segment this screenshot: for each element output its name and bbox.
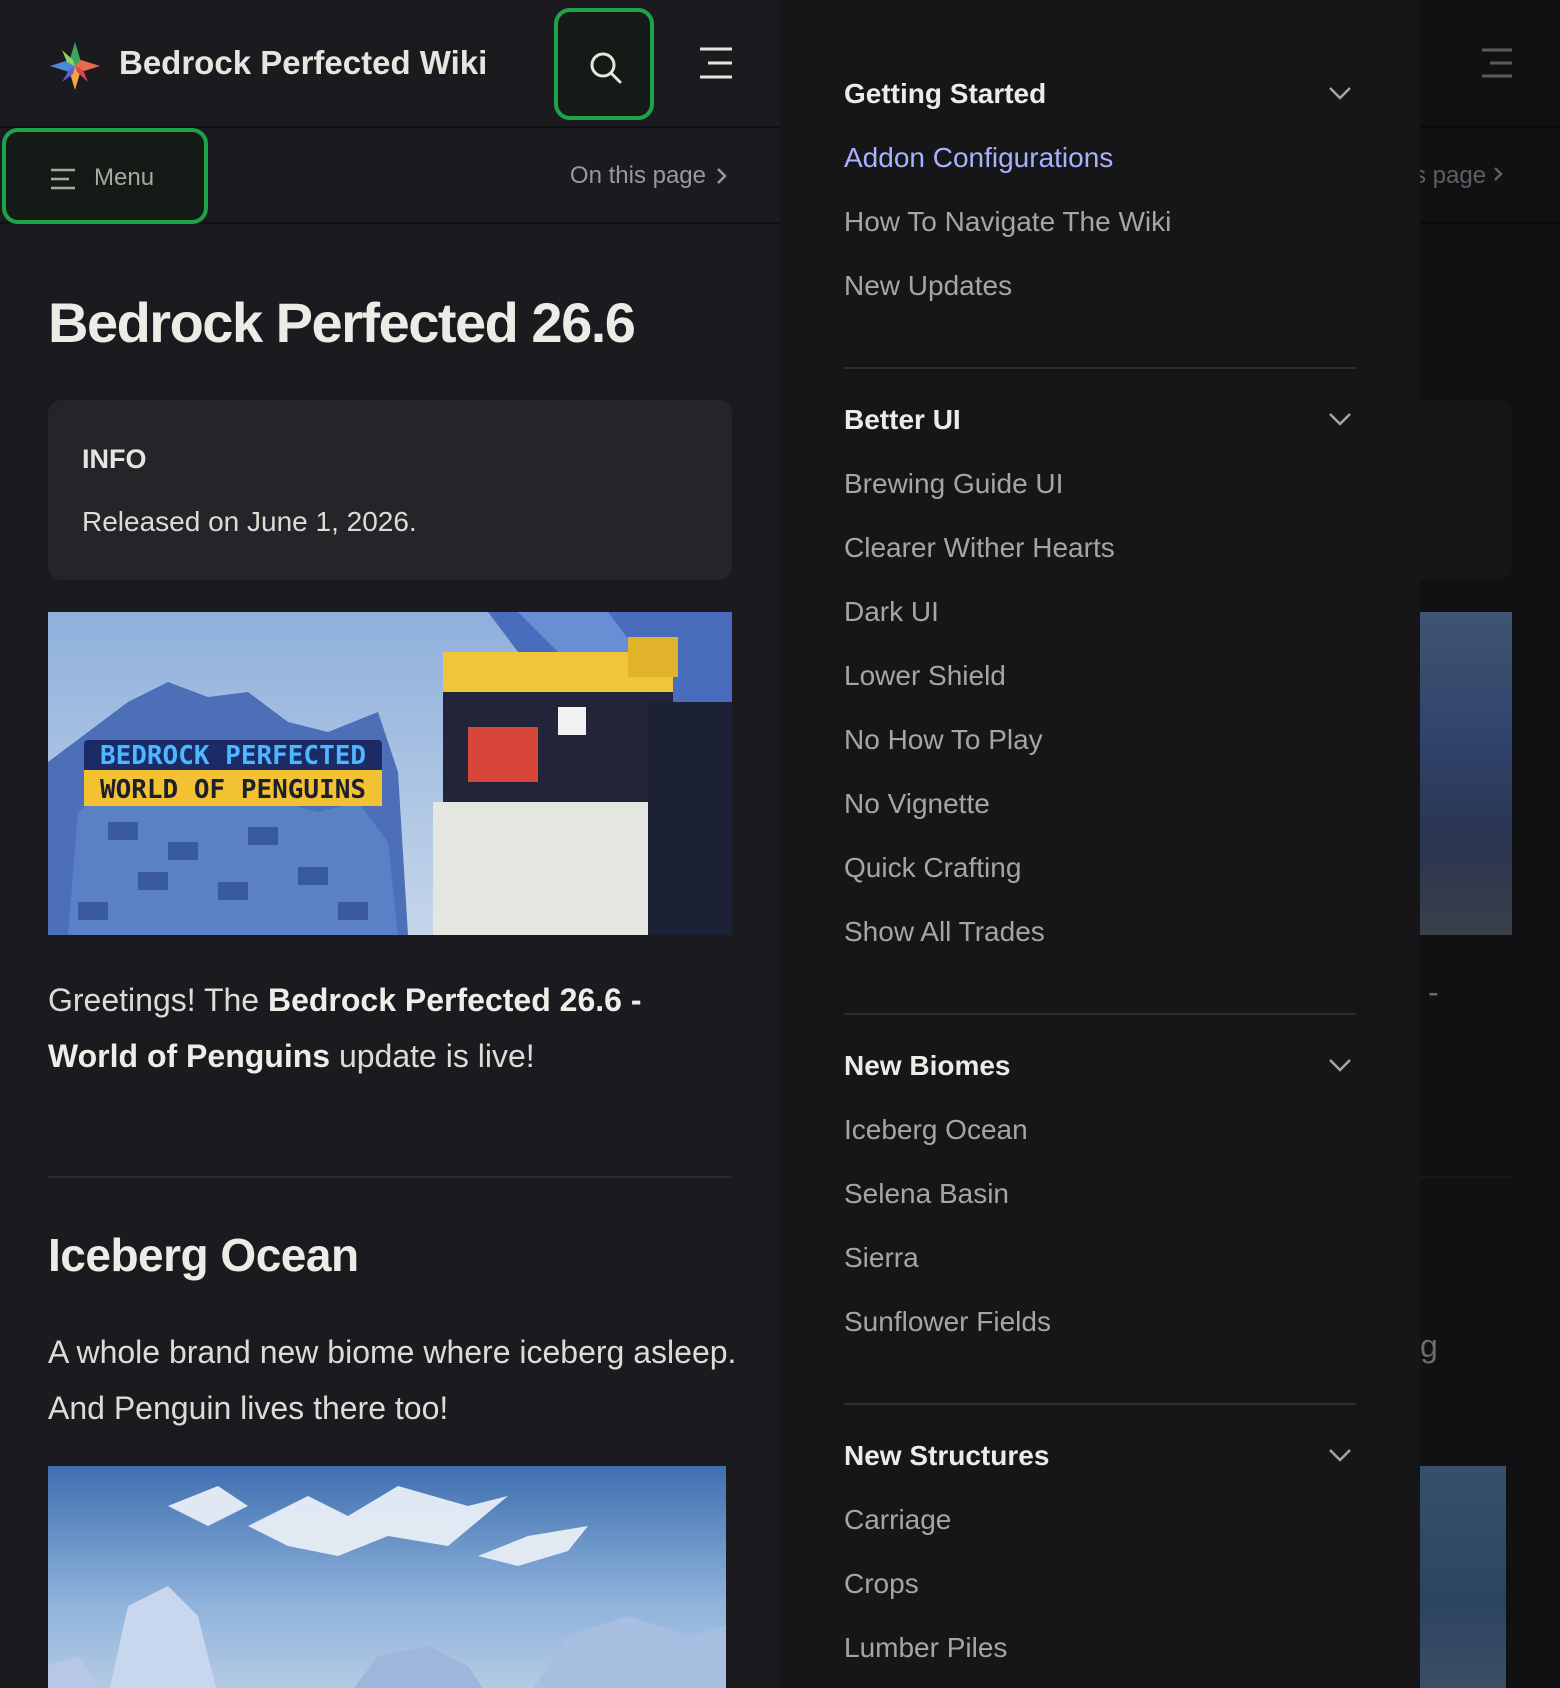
sidebar-section-title: New Biomes — [844, 1050, 1011, 1081]
sidebar-item-no-how-to-play[interactable]: No How To Play — [844, 710, 1356, 774]
sidebar-item-show-all-trades[interactable]: Show All Trades — [844, 902, 1356, 966]
drawer-backdrop[interactable]: s page - g — [1420, 0, 1560, 1688]
menu-button[interactable]: Menu — [2, 128, 208, 224]
sidebar-section-better-ui: Better UI Brewing Guide UI Clearer Withe… — [844, 390, 1356, 966]
info-callout-text: Released on June 1, 2026. — [82, 506, 417, 537]
sidebar-item-how-to-navigate[interactable]: How To Navigate The Wiki — [844, 192, 1356, 256]
backdrop-outline-menu-icon — [1482, 48, 1512, 78]
on-this-page-label: On this page — [569, 162, 706, 189]
sidebar-section-new-structures: New Structures Carriage Crops Lumber Pil… — [844, 1426, 1356, 1682]
iceberg-ocean-image — [48, 1466, 726, 1688]
sidebar-item-iceberg-ocean[interactable]: Iceberg Ocean — [844, 1100, 1356, 1164]
section-divider — [48, 1176, 732, 1178]
chevron-down-icon[interactable] — [1328, 1448, 1352, 1462]
site-title[interactable]: Bedrock Perfected Wiki — [119, 44, 487, 82]
sidebar-item-sunflower-fields[interactable]: Sunflower Fields — [844, 1292, 1356, 1356]
search-button[interactable] — [554, 8, 654, 120]
chevron-down-icon[interactable] — [1328, 86, 1352, 100]
sidebar-drawer: Getting Started Addon Configurations How… — [780, 0, 1420, 1688]
banner-title-line2: WORLD OF PENGUINS — [100, 775, 366, 805]
sidebar-divider — [844, 367, 1356, 369]
sidebar-item-carriage[interactable]: Carriage — [844, 1490, 1356, 1554]
backdrop-info-box — [1420, 400, 1512, 580]
sidebar-section-header[interactable]: New Biomes — [844, 1036, 1356, 1100]
sidebar-item-crops[interactable]: Crops — [844, 1554, 1356, 1618]
sidebar-section-header[interactable]: Better UI — [844, 390, 1356, 454]
update-banner-image: BEDROCK PERFECTED WORLD OF PENGUINS — [48, 612, 732, 935]
main-page: Bedrock Perfected Wiki Menu On this page… — [0, 0, 780, 1688]
info-callout-title: INFO — [82, 444, 147, 474]
backdrop-dash: - — [1428, 974, 1439, 1010]
backdrop-text-fragment: g — [1420, 1328, 1438, 1364]
menu-button-label: Menu — [94, 164, 155, 191]
sidebar-item-selena-basin[interactable]: Selena Basin — [844, 1164, 1356, 1228]
intro-paragraph: Greetings! The Bedrock Perfected 26.6 - … — [48, 972, 738, 1084]
sidebar-item-dark-ui[interactable]: Dark UI — [844, 582, 1356, 646]
sidebar-item-addon-configurations[interactable]: Addon Configurations — [844, 128, 1356, 192]
sidebar-section-header[interactable]: Getting Started — [844, 64, 1356, 128]
chevron-right-icon — [1493, 167, 1503, 181]
sidebar-section-title: Getting Started — [844, 78, 1047, 109]
backdrop-divider — [1420, 1176, 1512, 1178]
intro-suffix: update is live! — [330, 1038, 535, 1074]
chevron-right-icon — [717, 168, 727, 184]
on-this-page-button[interactable]: On this page — [570, 162, 728, 190]
sidebar-item-brewing-guide-ui[interactable]: Brewing Guide UI — [844, 454, 1356, 518]
sidebar-item-quick-crafting[interactable]: Quick Crafting — [844, 838, 1356, 902]
sidebar-item-sierra[interactable]: Sierra — [844, 1228, 1356, 1292]
section-paragraph: A whole brand new biome where iceberg as… — [48, 1334, 737, 1426]
backdrop-otp-text: s page — [1420, 162, 1487, 189]
backdrop-photo — [1420, 1466, 1506, 1688]
sidebar-item-clearer-wither-hearts[interactable]: Clearer Wither Hearts — [844, 518, 1356, 582]
sidebar-section-getting-started: Getting Started Addon Configurations How… — [844, 64, 1356, 320]
chevron-down-icon[interactable] — [1328, 412, 1352, 426]
section-heading: Iceberg Ocean — [48, 1229, 359, 1281]
sidebar-item-new-updates[interactable]: New Updates — [844, 256, 1356, 320]
intro-prefix: Greetings! The — [48, 982, 268, 1018]
chevron-down-icon[interactable] — [1328, 1058, 1352, 1072]
sidebar-section-header[interactable]: New Structures — [844, 1426, 1356, 1490]
backdrop-on-this-page: s page — [1420, 162, 1503, 190]
backdrop-banner — [1420, 612, 1512, 935]
info-callout: INFO Released on June 1, 2026. — [48, 400, 732, 580]
search-icon — [590, 52, 622, 84]
sidebar-item-no-vignette[interactable]: No Vignette — [844, 774, 1356, 838]
page-title: Bedrock Perfected 26.6 — [48, 291, 636, 354]
sidebar-item-lumber-piles[interactable]: Lumber Piles — [844, 1618, 1356, 1682]
sidebar-divider — [844, 1403, 1356, 1405]
outline-menu-icon[interactable] — [698, 46, 734, 80]
sidebar-section-title: New Structures — [844, 1440, 1050, 1471]
sidebar-section-new-biomes: New Biomes Iceberg Ocean Selena Basin Si… — [844, 1036, 1356, 1356]
banner-title-line1: BEDROCK PERFECTED — [100, 741, 366, 771]
sidebar-divider — [844, 1013, 1356, 1015]
site-logo-icon[interactable] — [48, 40, 102, 92]
sidebar-item-lower-shield[interactable]: Lower Shield — [844, 646, 1356, 710]
menu-lines-icon — [51, 168, 75, 190]
sidebar-section-title: Better UI — [844, 404, 961, 435]
